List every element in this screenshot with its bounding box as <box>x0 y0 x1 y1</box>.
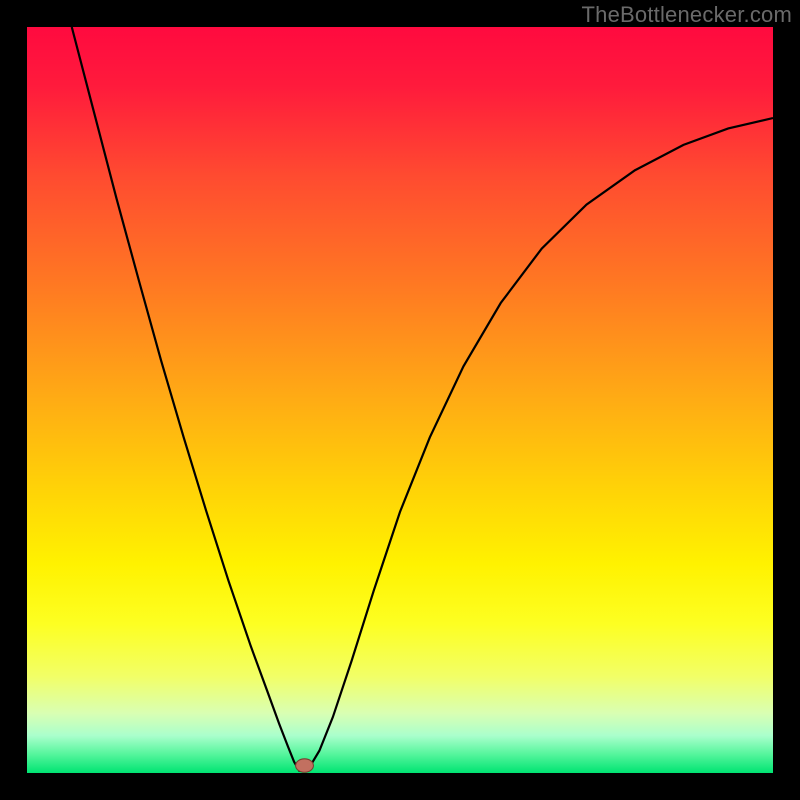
watermark-text: TheBottlenecker.com <box>582 2 792 28</box>
chart-frame: TheBottlenecker.com <box>0 0 800 800</box>
bottleneck-chart <box>27 27 773 773</box>
optimal-point-marker <box>296 759 314 772</box>
chart-background <box>27 27 773 773</box>
